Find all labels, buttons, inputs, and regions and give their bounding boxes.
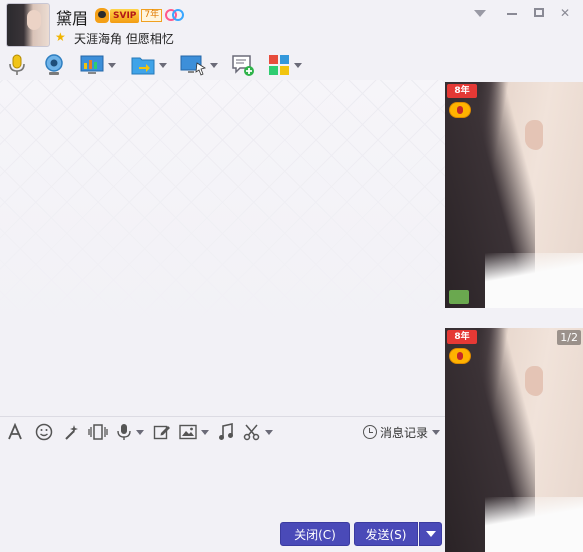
message-input[interactable] bbox=[0, 446, 445, 518]
message-history-area[interactable] bbox=[0, 80, 445, 416]
folder-arrow-icon bbox=[131, 57, 155, 75]
remote-desktop-button[interactable] bbox=[180, 52, 218, 78]
magic-expression-button[interactable] bbox=[62, 423, 80, 441]
chat-header: 黛眉 SVIP 7年 ★ 天涯海角 但愿相忆 ✕ bbox=[0, 0, 583, 50]
message-history-button[interactable]: 消息记录 bbox=[363, 423, 441, 441]
font-button[interactable] bbox=[7, 423, 23, 441]
chat-toolbar bbox=[0, 50, 583, 80]
chevron-down-icon bbox=[294, 62, 302, 68]
screen-share-button[interactable] bbox=[80, 52, 116, 78]
image-icon bbox=[179, 424, 197, 440]
close-window-button[interactable]: ✕ bbox=[557, 6, 573, 20]
remote-screen-icon bbox=[180, 55, 206, 76]
send-file-button[interactable] bbox=[131, 52, 167, 78]
page-counter: 1/2 bbox=[557, 330, 581, 345]
voice-message-button[interactable] bbox=[116, 423, 144, 441]
chevron-down-icon bbox=[265, 429, 273, 435]
voice-call-button[interactable] bbox=[6, 52, 28, 78]
screenshot-button[interactable] bbox=[243, 423, 273, 441]
music-note-icon bbox=[219, 423, 233, 440]
vip-label: SVIP bbox=[110, 8, 140, 23]
message-history-label: 消息记录 bbox=[380, 425, 429, 440]
contact-avatar[interactable] bbox=[6, 3, 50, 47]
monitor-chart-icon bbox=[80, 55, 104, 74]
chevron-down-icon bbox=[159, 62, 167, 68]
scissors-icon bbox=[243, 424, 260, 441]
edit-button[interactable] bbox=[153, 423, 171, 441]
clock-icon bbox=[363, 425, 377, 439]
edit-icon bbox=[153, 425, 170, 440]
vibrate-icon bbox=[88, 424, 108, 440]
vip-badge[interactable]: SVIP 7年 bbox=[95, 8, 163, 23]
level-badge: 8年 bbox=[447, 330, 477, 344]
close-button[interactable]: 关闭(C) bbox=[280, 522, 350, 546]
contact-show-photo[interactable]: 8年 bbox=[445, 82, 583, 308]
send-options-button[interactable] bbox=[419, 522, 442, 546]
chevron-down-icon bbox=[432, 429, 441, 435]
level-badge: 8年 bbox=[447, 84, 477, 98]
chat-window: 黛眉 SVIP 7年 ★ 天涯海角 但愿相忆 ✕ 消息记录 关闭(C) 发送(S… bbox=[0, 0, 583, 552]
input-toolbar: 消息记录 bbox=[0, 416, 445, 446]
window-menu-button[interactable] bbox=[472, 6, 488, 20]
star-icon: ★ bbox=[55, 30, 66, 44]
chat-add-icon bbox=[232, 55, 254, 76]
video-call-button[interactable] bbox=[42, 52, 66, 78]
panel-divider bbox=[445, 308, 583, 328]
chevron-down-icon bbox=[201, 429, 209, 435]
my-show-photo[interactable]: 8年 1/2 bbox=[445, 328, 583, 552]
minimize-button[interactable] bbox=[504, 6, 520, 20]
friendship-icon[interactable] bbox=[165, 9, 185, 22]
microphone-icon bbox=[9, 54, 25, 75]
chevron-down-icon bbox=[108, 62, 116, 68]
send-image-button[interactable] bbox=[179, 423, 209, 441]
group-chat-button[interactable] bbox=[231, 52, 255, 78]
vip-penguin-icon bbox=[95, 8, 109, 23]
webcam-icon bbox=[45, 54, 63, 75]
like-icon[interactable] bbox=[449, 290, 469, 304]
maximize-button[interactable] bbox=[531, 6, 547, 20]
music-button[interactable] bbox=[218, 423, 234, 441]
piggy-bank-icon[interactable] bbox=[449, 348, 471, 364]
emoji-button[interactable] bbox=[35, 423, 53, 441]
vibrate-button[interactable] bbox=[88, 423, 108, 441]
font-icon bbox=[8, 423, 22, 440]
apps-grid-icon bbox=[269, 55, 289, 75]
smiley-icon bbox=[35, 423, 53, 441]
contact-name[interactable]: 黛眉 bbox=[56, 5, 88, 29]
apps-button[interactable] bbox=[268, 52, 302, 78]
piggy-bank-icon[interactable] bbox=[449, 102, 471, 118]
chevron-down-icon bbox=[210, 62, 218, 68]
chevron-down-icon bbox=[425, 531, 436, 537]
magic-wand-icon bbox=[65, 425, 78, 440]
microphone-icon bbox=[117, 424, 131, 440]
chevron-down-icon bbox=[136, 429, 144, 435]
vip-years: 7年 bbox=[141, 9, 163, 22]
send-button[interactable]: 发送(S) bbox=[354, 522, 418, 546]
contact-signature: 天涯海角 但愿相忆 bbox=[74, 32, 174, 46]
